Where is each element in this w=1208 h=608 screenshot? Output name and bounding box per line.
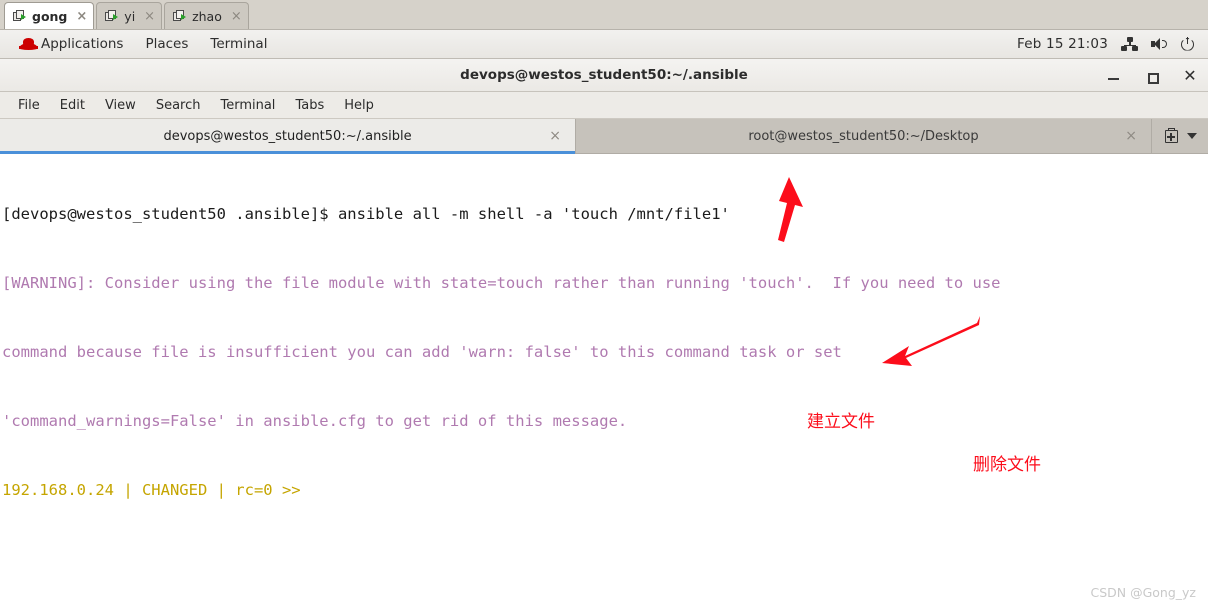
vm-tab-strip: gong × yi × zhao ×: [0, 0, 1208, 30]
menu-bar: File Edit View Search Terminal Tabs Help: [0, 92, 1208, 119]
menu-help[interactable]: Help: [334, 92, 384, 119]
screenshot-root: gong × yi × zhao × Applications Places T…: [0, 0, 1208, 608]
vm-tab-yi[interactable]: yi ×: [96, 2, 163, 29]
panel-tray: Feb 15 21:03: [1017, 36, 1208, 52]
vm-tab-label: gong: [32, 8, 68, 24]
window-controls: ✕: [1106, 59, 1198, 92]
vm-tab-close-icon[interactable]: ×: [144, 10, 155, 23]
minimize-button[interactable]: [1106, 68, 1122, 84]
terminal-menu[interactable]: Terminal: [199, 30, 278, 59]
menu-search[interactable]: Search: [146, 92, 211, 119]
terminal-tab-label: devops@westos_student50:~/.ansible: [163, 128, 412, 144]
power-icon[interactable]: [1181, 36, 1196, 52]
arrow-to-create-command: [778, 177, 803, 242]
vm-tab-zhao[interactable]: zhao ×: [164, 2, 249, 29]
gnome-top-panel: Applications Places Terminal Feb 15 21:0…: [0, 30, 1208, 59]
window-title: devops@westos_student50:~/.ansible: [460, 67, 748, 83]
chevron-down-icon[interactable]: [1186, 133, 1197, 139]
annotation-delete-file: 删除文件: [973, 455, 1041, 475]
terminal-tab-bar: devops@westos_student50:~/.ansible × roo…: [0, 119, 1208, 154]
terminal-screen[interactable]: [devops@westos_student50 .ansible]$ ansi…: [0, 154, 1208, 607]
close-button[interactable]: ✕: [1182, 67, 1198, 84]
arrow-to-delete-command: [882, 316, 980, 366]
new-tab-icon[interactable]: [1164, 128, 1179, 144]
places-menu-label: Places: [145, 36, 189, 52]
maximize-button[interactable]: [1144, 68, 1160, 84]
volume-icon[interactable]: [1151, 37, 1168, 51]
menu-view[interactable]: View: [95, 92, 146, 119]
terminal-line: 'command_warnings=False' in ansible.cfg …: [2, 412, 628, 430]
terminal-tab-close-icon[interactable]: ×: [549, 128, 561, 144]
redhat-logo-icon: [19, 37, 38, 51]
terminal-line: 192.168.0.24 | CHANGED | rc=0 >>: [2, 481, 301, 499]
vm-run-icon: [105, 9, 119, 23]
vm-tab-close-icon[interactable]: ×: [76, 10, 87, 23]
terminal-line: command because file is insufficient you…: [2, 343, 842, 361]
terminal-menu-label: Terminal: [210, 36, 268, 52]
vm-run-icon: [173, 9, 187, 23]
tab-tools: [1152, 119, 1208, 153]
vm-tab-label: yi: [124, 8, 136, 24]
terminal-line: [devops@westos_student50 .ansible]$ ansi…: [2, 205, 730, 223]
places-menu[interactable]: Places: [134, 30, 199, 59]
menu-file[interactable]: File: [8, 92, 50, 119]
watermark: CSDN @Gong_yz: [1090, 585, 1196, 600]
terminal-tab-close-icon[interactable]: ×: [1125, 128, 1137, 144]
terminal-window: devops@westos_student50:~/.ansible ✕ Fil…: [0, 59, 1208, 608]
menu-edit[interactable]: Edit: [50, 92, 95, 119]
menu-terminal[interactable]: Terminal: [210, 92, 285, 119]
terminal-line: [WARNING]: Consider using the file modul…: [2, 274, 1001, 292]
vm-tab-label: zhao: [192, 8, 222, 24]
applications-menu[interactable]: Applications: [8, 30, 134, 59]
clock[interactable]: Feb 15 21:03: [1017, 36, 1108, 52]
vm-run-icon: [13, 9, 27, 23]
window-titlebar: devops@westos_student50:~/.ansible ✕: [0, 59, 1208, 92]
terminal-tab-devops[interactable]: devops@westos_student50:~/.ansible ×: [0, 119, 576, 154]
annotation-create-file: 建立文件: [807, 412, 875, 432]
network-icon[interactable]: [1121, 37, 1138, 51]
menu-tabs[interactable]: Tabs: [285, 92, 334, 119]
applications-menu-label: Applications: [41, 36, 124, 52]
terminal-tab-label: root@westos_student50:~/Desktop: [748, 128, 979, 144]
vm-tab-gong[interactable]: gong ×: [4, 2, 95, 29]
terminal-tab-root[interactable]: root@westos_student50:~/Desktop ×: [576, 119, 1152, 153]
vm-tab-close-icon[interactable]: ×: [231, 10, 242, 23]
panel-menus: Applications Places Terminal: [0, 30, 278, 59]
